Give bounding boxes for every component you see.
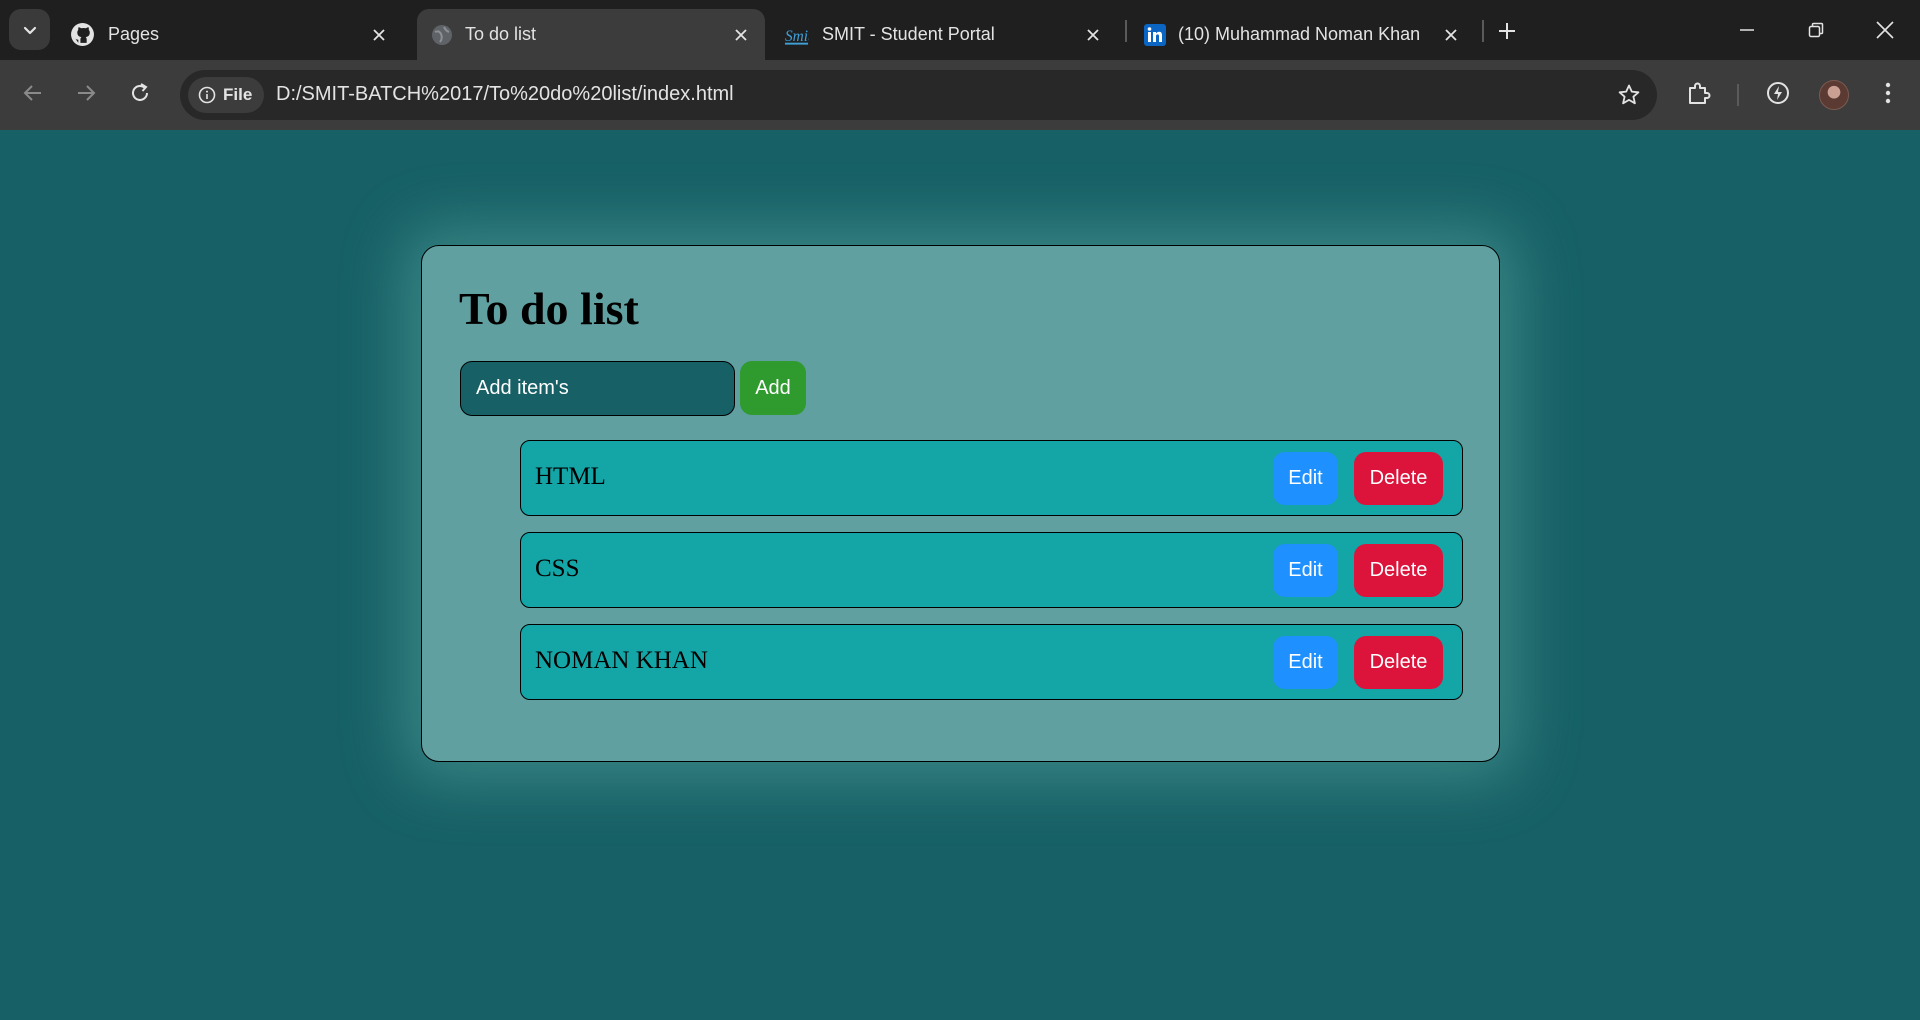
add-button[interactable]: Add [740, 361, 806, 415]
edit-button[interactable]: Edit [1273, 544, 1338, 597]
add-item-input[interactable] [460, 361, 735, 416]
edit-button[interactable]: Edit [1273, 636, 1338, 689]
reload-icon [132, 83, 148, 101]
info-icon [198, 86, 216, 104]
delete-button[interactable]: Delete [1354, 636, 1443, 689]
item-label: NOMAN KHAN [535, 647, 708, 674]
close-icon [1876, 21, 1894, 39]
close-icon[interactable] [1439, 23, 1463, 47]
tab-title: (10) Muhammad Noman Khan | [1178, 24, 1426, 44]
address-bar[interactable]: File D:/SMIT-BATCH%2017/To%20do%20list/i… [180, 70, 1657, 120]
chevron-down-icon [23, 26, 36, 34]
back-button[interactable] [13, 73, 53, 113]
profile-avatar[interactable] [1819, 80, 1849, 110]
tab-search-button[interactable] [9, 9, 50, 50]
site-info-chip[interactable]: File [188, 77, 265, 113]
restore-button[interactable] [1793, 10, 1839, 50]
delete-button[interactable]: Delete [1354, 452, 1443, 505]
speedometer-icon [1767, 82, 1789, 104]
restore-icon [1808, 22, 1824, 38]
bookmark-star-button[interactable] [1615, 81, 1643, 109]
linkedin-icon [1142, 22, 1167, 47]
arrow-left-icon [23, 85, 41, 101]
tab-smit-student-portal[interactable]: Smit SMIT - Student Portal [772, 9, 1117, 60]
menu-button[interactable] [1870, 75, 1906, 111]
list-item: NOMAN KHAN Edit Delete [520, 624, 1463, 700]
tab-separator [1125, 20, 1127, 42]
tab-title: SMIT - Student Portal [822, 24, 995, 44]
puzzle-icon [1689, 82, 1711, 104]
tab-to-do-list[interactable]: To do list [417, 9, 765, 60]
page-title: To do list [459, 283, 639, 334]
tab-pages[interactable]: Pages [58, 9, 403, 60]
smit-logo-icon: Smit [784, 22, 809, 47]
plus-icon [1499, 23, 1515, 39]
tab-title: To do list [465, 24, 537, 44]
performance-button[interactable] [1760, 75, 1796, 111]
close-icon[interactable] [1081, 23, 1105, 47]
globe-icon [429, 22, 454, 47]
forward-button[interactable] [66, 73, 106, 113]
tab-separator [1482, 20, 1484, 42]
minimize-icon [1740, 29, 1754, 31]
close-icon[interactable] [367, 23, 391, 47]
list-item: CSS Edit Delete [520, 532, 1463, 608]
tab-strip: Pages To do list Smit SMIT - Student Por… [0, 0, 1920, 60]
todo-card: To do list Add HTML Edit Delete CSS Edit… [421, 245, 1500, 762]
edit-button[interactable]: Edit [1273, 452, 1338, 505]
minimize-button[interactable] [1724, 10, 1770, 50]
arrow-right-icon [78, 85, 96, 101]
list-item: HTML Edit Delete [520, 440, 1463, 516]
item-label: CSS [535, 555, 580, 582]
star-icon [1618, 84, 1640, 105]
more-vertical-icon [1885, 82, 1891, 104]
page-viewport: To do list Add HTML Edit Delete CSS Edit… [0, 130, 1920, 1020]
github-icon [70, 22, 95, 47]
url-text[interactable]: D:/SMIT-BATCH%2017/To%20do%20list/index.… [276, 83, 734, 106]
browser-toolbar: File D:/SMIT-BATCH%2017/To%20do%20list/i… [0, 60, 1920, 130]
tab-title: Pages [108, 24, 160, 44]
delete-button[interactable]: Delete [1354, 544, 1443, 597]
toolbar-separator [1737, 84, 1739, 106]
tab-linkedin[interactable]: (10) Muhammad Noman Khan | [1130, 9, 1475, 60]
svg-text:Smit: Smit [785, 27, 809, 44]
extensions-button[interactable] [1681, 75, 1717, 111]
close-window-button[interactable] [1862, 10, 1908, 50]
reload-button[interactable] [120, 73, 160, 113]
item-label: HTML [535, 463, 606, 490]
site-info-label: File [223, 85, 253, 104]
close-icon[interactable] [729, 23, 753, 47]
new-tab-button[interactable] [1490, 14, 1524, 48]
